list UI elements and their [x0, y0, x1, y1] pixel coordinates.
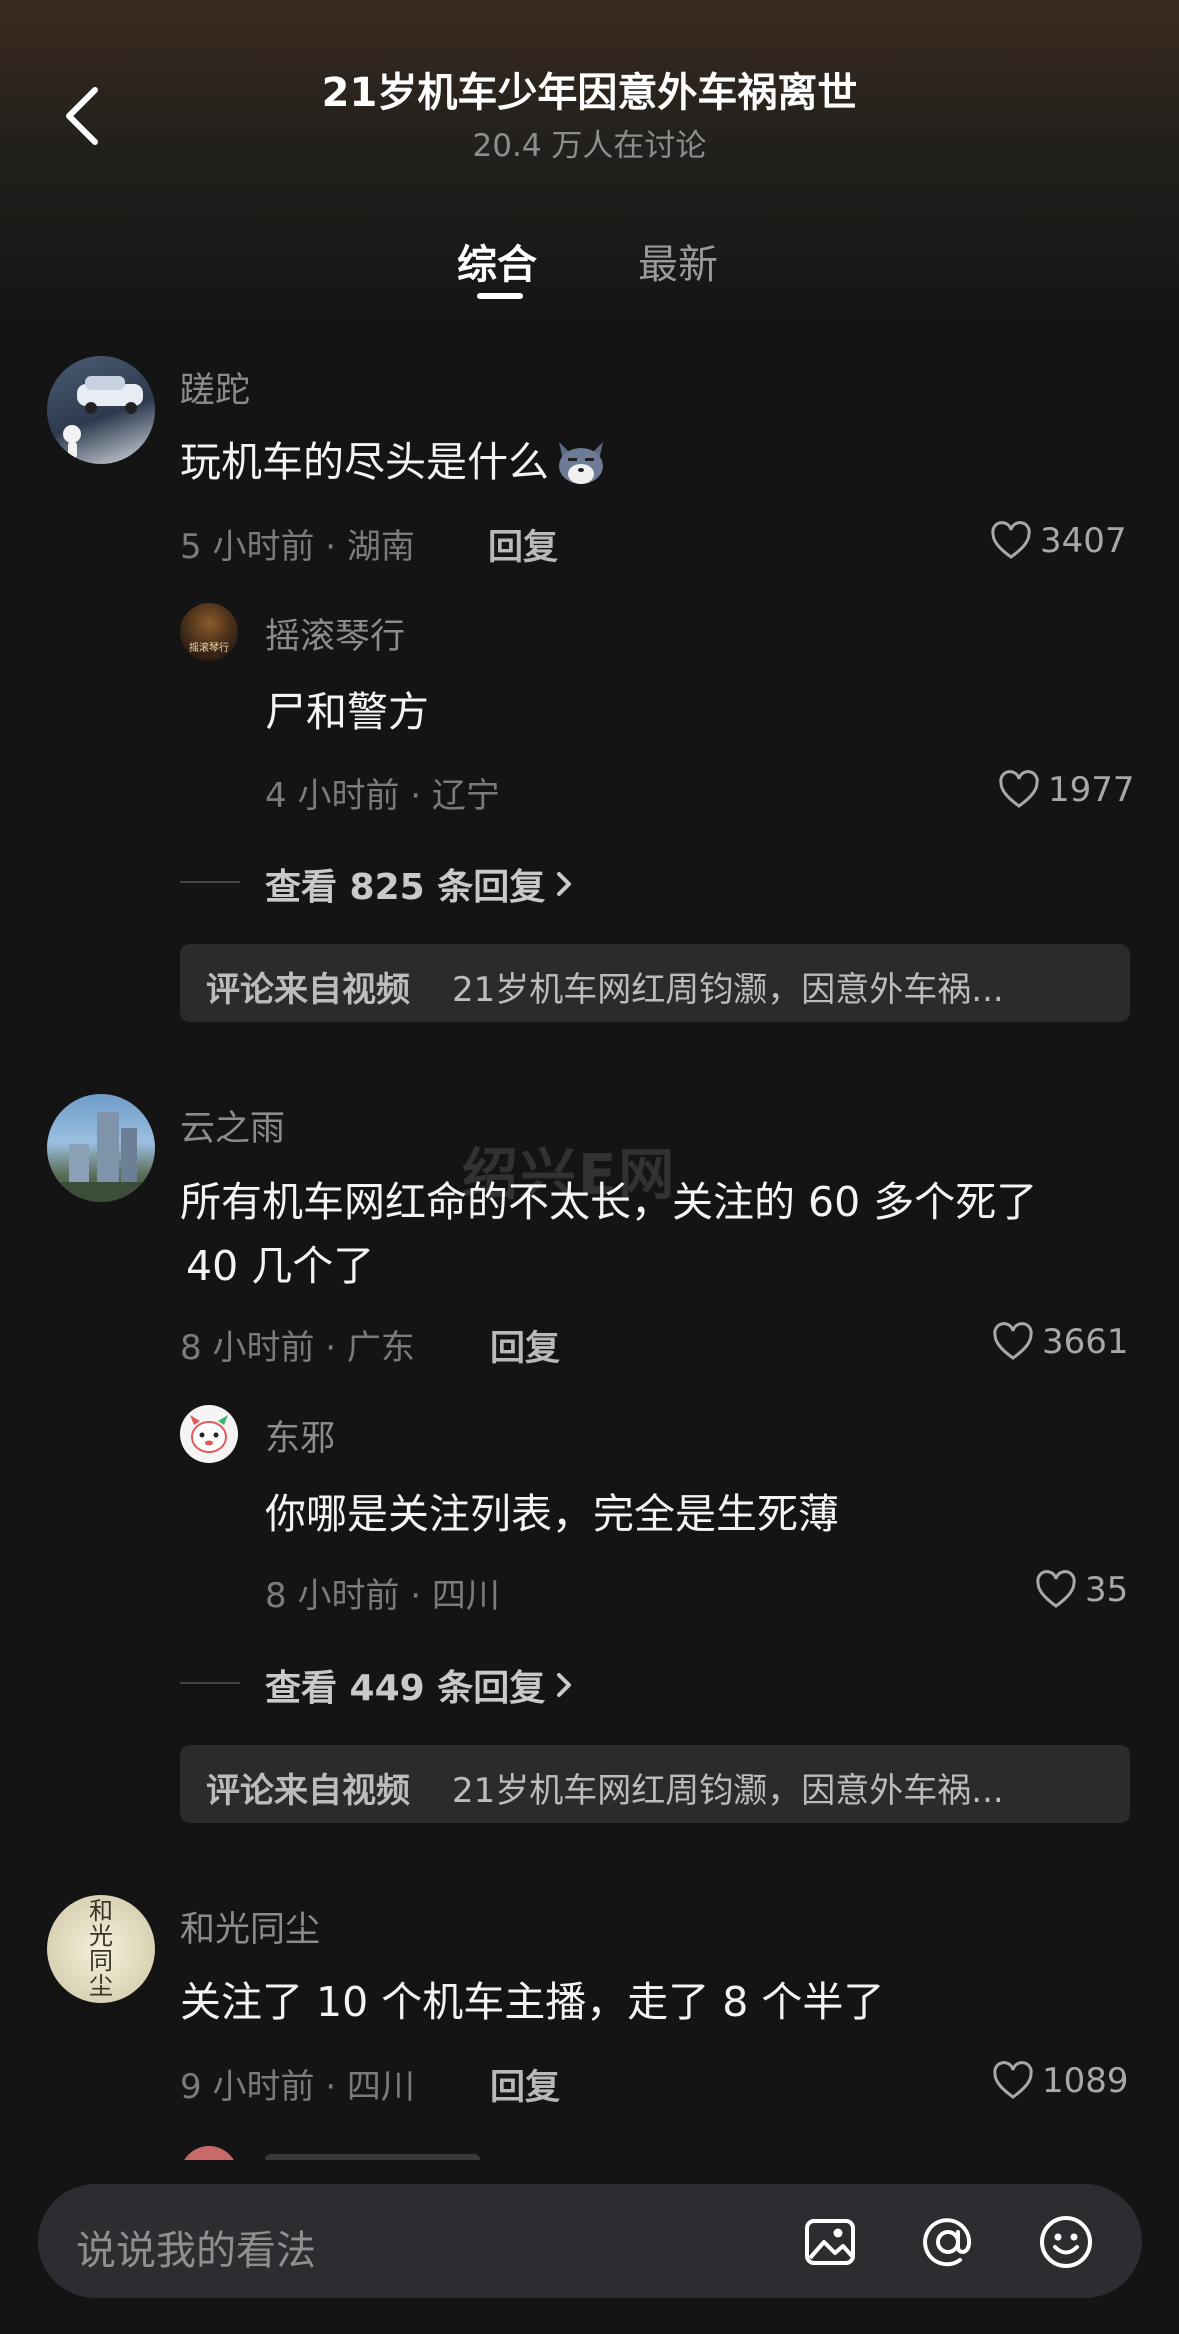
- comment-meta: 5 小时前 · 湖南: [180, 527, 415, 567]
- page-title: 21岁机车少年因意外车祸离世: [321, 70, 858, 116]
- reply-button[interactable]: 回复: [488, 519, 558, 570]
- like-button[interactable]: 1977: [998, 766, 1135, 814]
- heart-outline-icon: [999, 770, 1039, 808]
- reply-button[interactable]: 回复: [490, 1320, 560, 1371]
- like-count: 3661: [1042, 1322, 1129, 1362]
- video-source-card[interactable]: 评论来自视频 21岁机车网红周钧灏，因意外车祸...: [180, 944, 1130, 1022]
- reply-author[interactable]: 东邪: [265, 1410, 335, 1461]
- reply-button[interactable]: 回复: [490, 2059, 560, 2110]
- comment-author[interactable]: 云之雨: [180, 1100, 285, 1151]
- comment-text-continued: 40 几个了: [186, 1242, 375, 1290]
- car-photo-icon: [63, 376, 143, 458]
- chevron-right-icon: [557, 1673, 572, 1697]
- like-count: 1977: [1048, 770, 1135, 810]
- cartoon-avatar-icon: [190, 1415, 228, 1453]
- comment-author[interactable]: 和光同尘: [180, 1901, 320, 1952]
- image-icon[interactable]: [802, 2214, 858, 2270]
- divider: [180, 881, 240, 883]
- reply-meta: 4 小时前 · 辽宁: [265, 776, 500, 816]
- divider: [180, 1682, 240, 1684]
- avatar-text: 摇滚琴行: [189, 643, 229, 654]
- avatar-text: 和光同尘: [89, 1897, 113, 2000]
- avatar[interactable]: 和光同尘: [47, 1895, 155, 2003]
- heart-outline-icon: [993, 1322, 1033, 1360]
- city-photo-icon: [47, 1112, 155, 1202]
- comment-input-placeholder: 说说我的看法: [76, 2228, 316, 2274]
- tab-latest[interactable]: 最新: [638, 232, 718, 290]
- like-button[interactable]: 35: [1035, 1566, 1128, 1614]
- comment-input-bar: 说说我的看法: [0, 2160, 1179, 2334]
- at-icon[interactable]: [920, 2214, 976, 2270]
- tab-comprehensive[interactable]: 综合: [457, 232, 537, 290]
- view-replies-label: 查看 825 条回复: [265, 867, 546, 908]
- view-replies-link[interactable]: 查看 825 条回复: [265, 858, 577, 910]
- view-replies-label: 查看 449 条回复: [265, 1668, 546, 1709]
- comment-text: 关注了 10 个机车主播，走了 8 个半了: [180, 1978, 885, 2026]
- source-text: 21岁机车网红周钧灏，因意外车祸...: [452, 1771, 1004, 1811]
- comment-input[interactable]: 说说我的看法: [38, 2184, 1142, 2298]
- wolf-emoji-icon: [559, 442, 603, 484]
- comment-meta: 9 小时前 · 四川: [180, 2067, 415, 2107]
- like-button[interactable]: 1089: [992, 2057, 1129, 2105]
- chevron-right-icon: [557, 872, 572, 896]
- reply-author[interactable]: 摇滚琴行: [265, 608, 405, 659]
- like-count: 35: [1085, 1570, 1129, 1610]
- active-tab-indicator: [477, 293, 523, 299]
- heart-outline-icon: [1036, 1570, 1076, 1608]
- comment-text-content: 玩机车的尽头是什么: [180, 438, 549, 486]
- smiley-icon[interactable]: [1038, 2214, 1094, 2270]
- like-button[interactable]: 3661: [992, 1318, 1129, 1366]
- comment-text: 玩机车的尽头是什么: [180, 430, 609, 494]
- avatar[interactable]: 摇滚琴行: [180, 603, 238, 661]
- reply-meta: 8 小时前 · 四川: [265, 1576, 500, 1616]
- view-replies-link[interactable]: 查看 449 条回复: [265, 1659, 577, 1711]
- header-bar: [0, 0, 1179, 330]
- comment-meta: 8 小时前 · 广东: [180, 1328, 415, 1368]
- page-subtitle: 20.4 万人在讨论: [472, 128, 707, 164]
- comment-author[interactable]: 蹉跎: [180, 362, 250, 413]
- source-label: 评论来自视频: [206, 970, 410, 1010]
- source-label: 评论来自视频: [206, 1771, 410, 1811]
- like-button[interactable]: 3407: [990, 517, 1127, 565]
- like-count: 3407: [1040, 521, 1127, 561]
- reply-text: 尸和警方: [265, 688, 429, 736]
- watermark: 绍兴E网: [462, 1143, 677, 1208]
- heart-outline-icon: [991, 521, 1031, 559]
- video-source-card[interactable]: 评论来自视频 21岁机车网红周钧灏，因意外车祸...: [180, 1745, 1130, 1823]
- reply-text: 你哪是关注列表，完全是生死薄: [265, 1490, 839, 1538]
- avatar[interactable]: [47, 1094, 155, 1202]
- avatar[interactable]: [47, 356, 155, 464]
- source-text: 21岁机车网红周钧灏，因意外车祸...: [452, 970, 1004, 1010]
- avatar[interactable]: [180, 1405, 238, 1463]
- heart-outline-icon: [993, 2061, 1033, 2099]
- like-count: 1089: [1042, 2061, 1129, 2101]
